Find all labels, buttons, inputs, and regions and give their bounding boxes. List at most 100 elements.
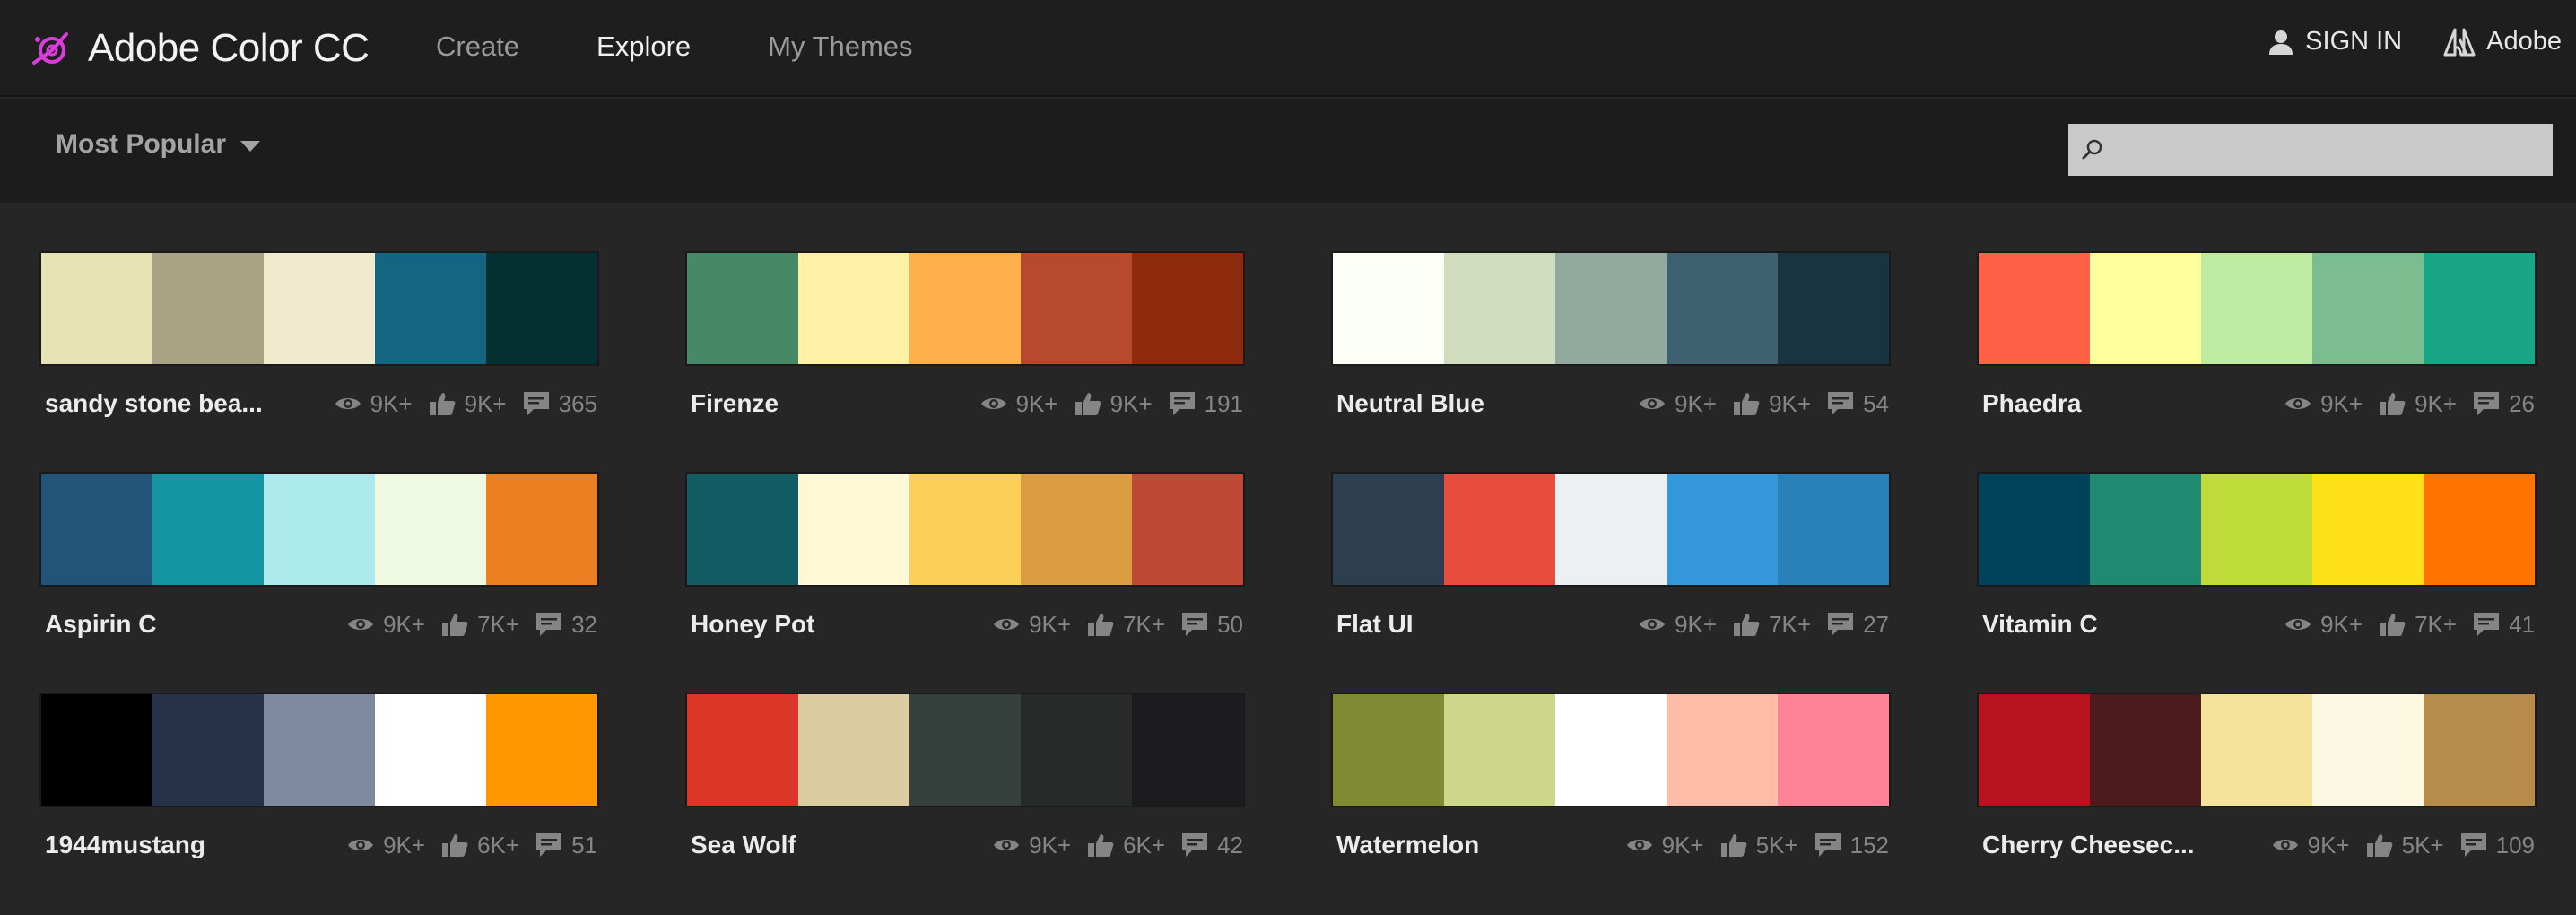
likes-stat[interactable]: 6K+	[441, 832, 519, 859]
comments-stat[interactable]: 51	[535, 832, 597, 859]
color-swatch[interactable]	[152, 253, 264, 364]
color-swatch[interactable]	[2312, 474, 2424, 585]
search-input[interactable]	[2068, 124, 2553, 176]
comments-stat[interactable]: 41	[2473, 611, 2535, 639]
color-swatch[interactable]	[1333, 694, 1444, 806]
color-swatch[interactable]	[152, 694, 264, 806]
color-swatch[interactable]	[909, 694, 1021, 806]
color-swatch[interactable]	[1667, 474, 1778, 585]
color-swatch[interactable]	[1021, 253, 1132, 364]
color-swatch[interactable]	[1667, 253, 1778, 364]
likes-stat[interactable]: 9K+	[1075, 390, 1153, 418]
color-swatches[interactable]	[1333, 474, 1889, 585]
color-swatch[interactable]	[2090, 694, 2201, 806]
color-swatch[interactable]	[1979, 474, 2090, 585]
color-swatch[interactable]	[1555, 253, 1667, 364]
nav-my-themes[interactable]: My Themes	[768, 27, 912, 66]
color-swatch[interactable]	[687, 694, 798, 806]
color-swatch[interactable]	[264, 474, 375, 585]
comments-stat[interactable]: 109	[2460, 832, 2535, 859]
color-swatch[interactable]	[2090, 253, 2201, 364]
color-swatch[interactable]	[486, 694, 597, 806]
color-swatch[interactable]	[375, 694, 486, 806]
color-swatch[interactable]	[1333, 253, 1444, 364]
theme-name[interactable]: sandy stone bea...	[45, 389, 318, 418]
comments-stat[interactable]: 42	[1181, 832, 1243, 859]
color-swatch[interactable]	[1555, 694, 1667, 806]
color-swatch[interactable]	[687, 253, 798, 364]
color-swatch[interactable]	[2424, 694, 2535, 806]
adobe-link[interactable]: Adobe	[2443, 27, 2562, 57]
theme-name[interactable]: Sea Wolf	[691, 831, 977, 859]
sort-dropdown[interactable]: Most Popular	[56, 129, 261, 160]
color-swatch[interactable]	[264, 694, 375, 806]
color-swatch[interactable]	[375, 253, 486, 364]
comments-stat[interactable]: 50	[1181, 611, 1243, 639]
comments-stat[interactable]: 191	[1169, 390, 1243, 418]
theme-name[interactable]: Watermelon	[1336, 831, 1610, 859]
likes-stat[interactable]: 9K+	[429, 390, 507, 418]
color-swatch[interactable]	[1778, 474, 1889, 585]
color-swatch[interactable]	[2201, 474, 2312, 585]
color-swatch[interactable]	[152, 474, 264, 585]
color-swatch[interactable]	[2201, 694, 2312, 806]
color-swatch[interactable]	[2201, 253, 2312, 364]
color-swatch[interactable]	[2424, 253, 2535, 364]
color-swatch[interactable]	[1132, 694, 1243, 806]
color-swatch[interactable]	[1667, 694, 1778, 806]
color-swatch[interactable]	[1555, 474, 1667, 585]
likes-stat[interactable]: 7K+	[2379, 611, 2457, 639]
comments-stat[interactable]: 27	[1827, 611, 1889, 639]
color-swatch[interactable]	[798, 474, 909, 585]
theme-name[interactable]: Phaedra	[1982, 389, 2268, 418]
sign-in-button[interactable]: SIGN IN	[2267, 27, 2402, 57]
brand[interactable]: Adobe Color CC	[29, 22, 370, 75]
color-swatch[interactable]	[41, 694, 152, 806]
color-swatch[interactable]	[486, 474, 597, 585]
color-swatches[interactable]	[1333, 253, 1889, 364]
comments-stat[interactable]: 32	[535, 611, 597, 639]
theme-name[interactable]: Honey Pot	[691, 610, 977, 639]
likes-stat[interactable]: 6K+	[1087, 832, 1165, 859]
color-swatch[interactable]	[1444, 474, 1555, 585]
likes-stat[interactable]: 7K+	[1733, 611, 1811, 639]
color-swatch[interactable]	[909, 474, 1021, 585]
color-swatch[interactable]	[41, 253, 152, 364]
color-swatch[interactable]	[1444, 253, 1555, 364]
color-swatch[interactable]	[2424, 474, 2535, 585]
color-swatches[interactable]	[687, 474, 1243, 585]
likes-stat[interactable]: 7K+	[1087, 611, 1165, 639]
color-swatch[interactable]	[2312, 253, 2424, 364]
comments-stat[interactable]: 152	[1815, 832, 1889, 859]
theme-name[interactable]: 1944mustang	[45, 831, 331, 859]
color-swatch[interactable]	[2312, 694, 2424, 806]
color-swatch[interactable]	[1132, 253, 1243, 364]
color-swatch[interactable]	[41, 474, 152, 585]
comments-stat[interactable]: 365	[523, 390, 597, 418]
color-swatch[interactable]	[1444, 694, 1555, 806]
color-swatch[interactable]	[375, 474, 486, 585]
color-swatches[interactable]	[41, 253, 597, 364]
nav-create[interactable]: Create	[436, 27, 519, 66]
likes-stat[interactable]: 7K+	[441, 611, 519, 639]
nav-explore[interactable]: Explore	[596, 27, 691, 66]
color-swatch[interactable]	[1021, 694, 1132, 806]
color-swatch[interactable]	[798, 694, 909, 806]
color-swatch[interactable]	[2090, 474, 2201, 585]
color-swatches[interactable]	[687, 694, 1243, 806]
theme-name[interactable]: Cherry Cheesec...	[1982, 831, 2256, 859]
color-swatch[interactable]	[1979, 694, 2090, 806]
color-swatches[interactable]	[1979, 474, 2535, 585]
color-swatches[interactable]	[687, 253, 1243, 364]
theme-name[interactable]: Aspirin C	[45, 610, 331, 639]
color-swatch[interactable]	[1778, 253, 1889, 364]
likes-stat[interactable]: 5K+	[1720, 832, 1798, 859]
color-swatch[interactable]	[687, 474, 798, 585]
color-swatch[interactable]	[909, 253, 1021, 364]
color-swatch[interactable]	[1021, 474, 1132, 585]
color-swatch[interactable]	[1333, 474, 1444, 585]
theme-name[interactable]: Vitamin C	[1982, 610, 2268, 639]
color-swatches[interactable]	[1979, 694, 2535, 806]
color-swatch[interactable]	[1979, 253, 2090, 364]
theme-name[interactable]: Neutral Blue	[1336, 389, 1623, 418]
